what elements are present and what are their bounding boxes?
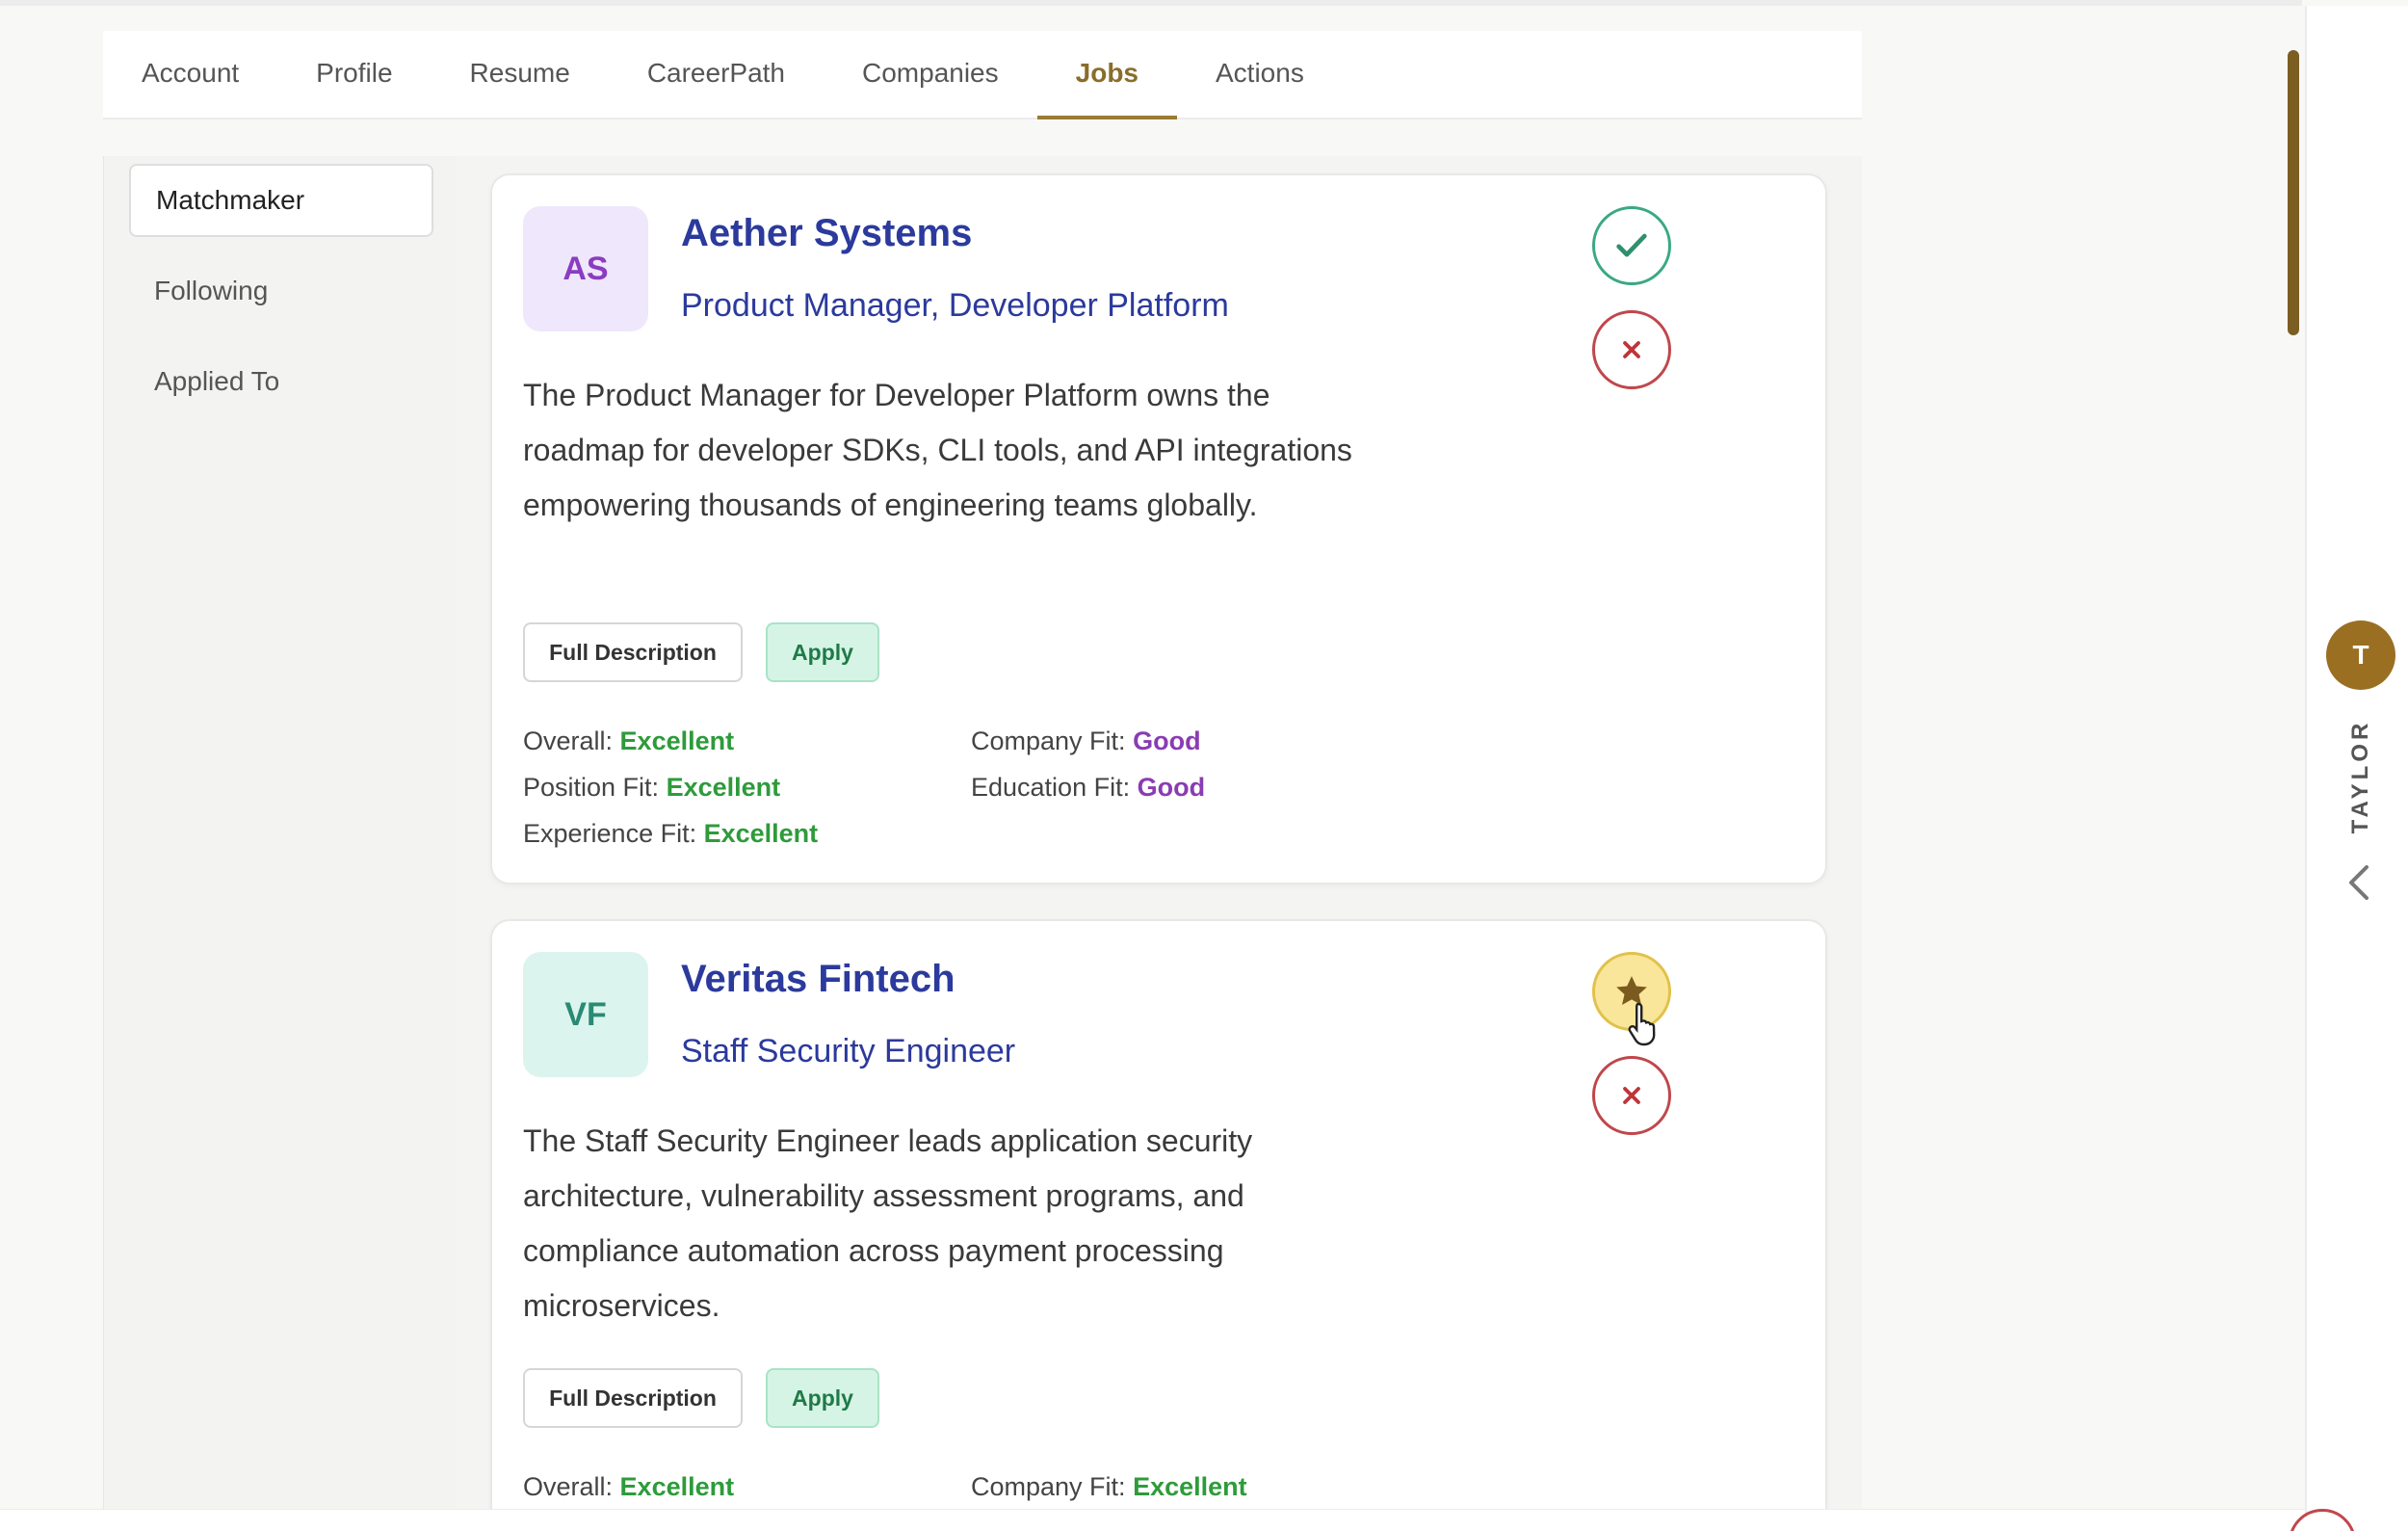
user-name: TAYLOR (2347, 719, 2373, 834)
metric-value: Good (1137, 773, 1206, 802)
sidebar-item-matchmaker[interactable]: Matchmaker (129, 164, 433, 237)
metric-value: Excellent (619, 1472, 735, 1501)
metric-company-fit: Company Fit: Good (971, 726, 1201, 756)
tab-resume[interactable]: Resume (432, 29, 609, 118)
scrollbar-thumb[interactable] (2288, 50, 2299, 335)
metric-value: Excellent (666, 773, 781, 802)
metric-label: Overall: (523, 726, 614, 755)
sidebar-item-following[interactable]: Following (129, 254, 433, 328)
job-card: VF Veritas Fintech Staff Security Engine… (490, 919, 1827, 1531)
metric-value: Excellent (1133, 1472, 1247, 1501)
apply-button[interactable]: Apply (766, 1368, 879, 1428)
metric-value: Excellent (703, 819, 819, 848)
company-logo: AS (523, 206, 648, 331)
check-icon (1616, 233, 1647, 257)
sidebar-item-applied-to[interactable]: Applied To (129, 345, 433, 418)
metric-company-fit: Company Fit: Excellent (971, 1472, 1247, 1502)
apply-button[interactable]: Apply (766, 622, 879, 682)
user-rail: T TAYLOR (2305, 6, 2408, 1531)
company-name[interactable]: Aether Systems (681, 212, 972, 255)
metric-label: Experience Fit: (523, 819, 697, 848)
metric-label: Position Fit: (523, 773, 660, 802)
tab-careerpath[interactable]: CareerPath (609, 29, 824, 118)
collapse-rail-button[interactable] (2345, 861, 2372, 909)
job-title[interactable]: Product Manager, Developer Platform (681, 287, 1229, 325)
reject-button[interactable] (1592, 310, 1671, 389)
avatar[interactable]: T (2326, 620, 2395, 690)
pointer-cursor-icon (1628, 1002, 1656, 1046)
main-tabs: Account Profile Resume CareerPath Compan… (103, 31, 1862, 119)
tab-jobs[interactable]: Jobs (1036, 29, 1178, 119)
metric-education-fit: Education Fit: Good (971, 773, 1205, 803)
job-description: The Product Manager for Developer Platfo… (523, 378, 1352, 522)
reject-button[interactable] (1592, 1056, 1671, 1135)
metric-label: Overall: (523, 1472, 614, 1501)
metric-overall: Overall: Excellent (523, 726, 734, 756)
job-card: AS Aether Systems Product Manager, Devel… (490, 173, 1827, 884)
tab-profile[interactable]: Profile (277, 29, 431, 118)
chevron-left-icon (2349, 865, 2369, 900)
metric-label: Education Fit: (971, 773, 1131, 802)
job-list: AS Aether Systems Product Manager, Devel… (456, 156, 1862, 1531)
accept-button[interactable] (1592, 206, 1671, 285)
job-description: The Staff Security Engineer leads applic… (523, 1123, 1253, 1323)
full-description-button[interactable]: Full Description (523, 1368, 743, 1428)
metric-value: Excellent (619, 726, 735, 755)
tab-actions[interactable]: Actions (1177, 29, 1343, 118)
metric-position-fit: Position Fit: Excellent (523, 773, 780, 803)
close-icon (1623, 1087, 1640, 1104)
job-title[interactable]: Staff Security Engineer (681, 1033, 1015, 1070)
bottom-border (0, 1509, 2305, 1531)
metric-experience-fit: Experience Fit: Excellent (523, 819, 818, 849)
company-logo: VF (523, 952, 648, 1077)
top-border (0, 0, 2302, 6)
jobs-sidebar: Matchmaker Following Applied To (103, 156, 456, 1524)
tab-account[interactable]: Account (142, 29, 277, 118)
metric-label: Company Fit: (971, 726, 1126, 755)
metric-overall: Overall: Excellent (523, 1472, 734, 1502)
metric-label: Company Fit: (971, 1472, 1126, 1501)
full-description-button[interactable]: Full Description (523, 622, 743, 682)
company-name[interactable]: Veritas Fintech (681, 958, 955, 1001)
close-icon (1623, 341, 1640, 358)
metric-value: Good (1133, 726, 1201, 755)
tab-companies[interactable]: Companies (824, 29, 1037, 118)
